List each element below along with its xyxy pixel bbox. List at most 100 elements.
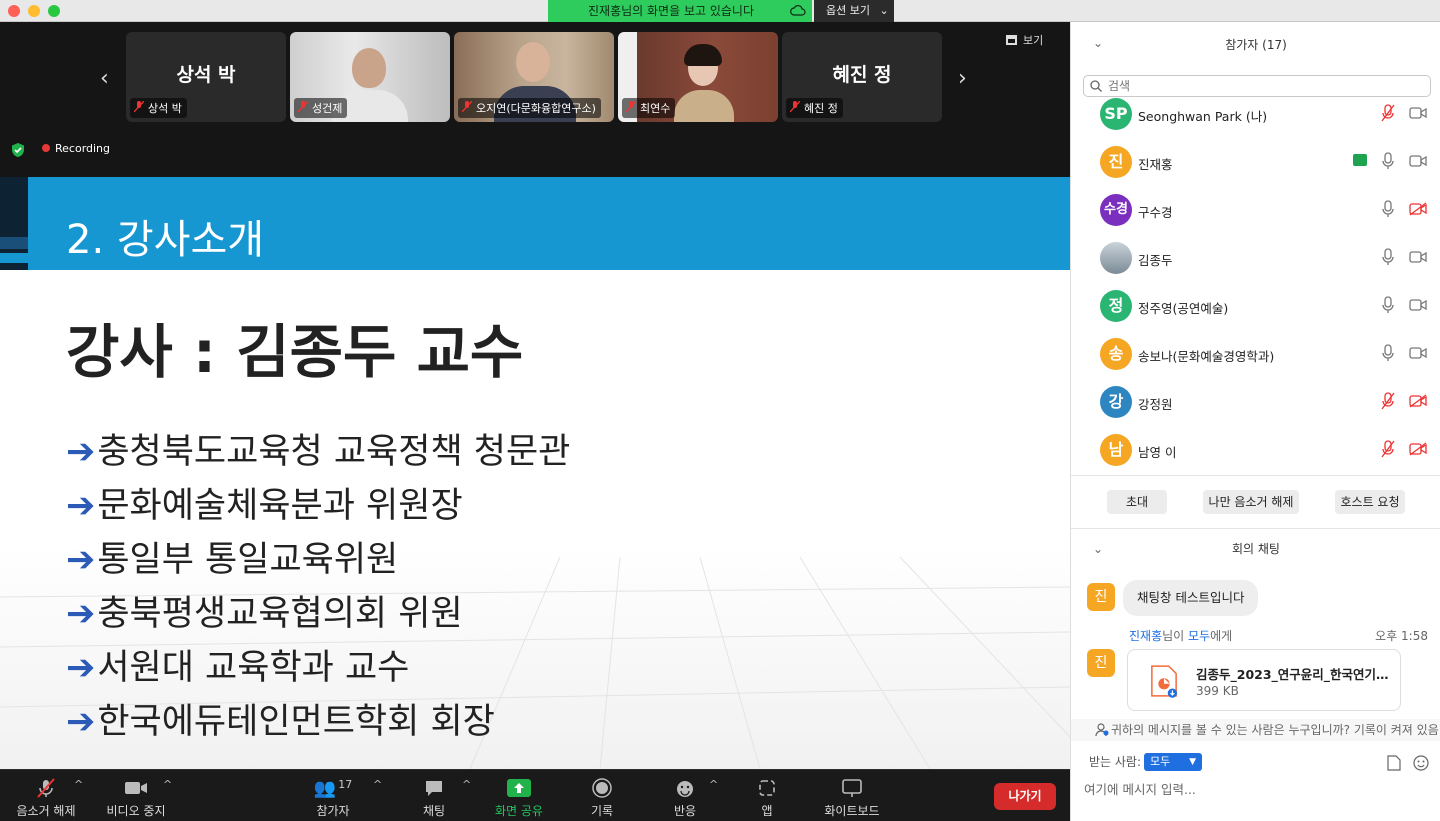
apps-icon bbox=[759, 780, 775, 796]
view-options-button[interactable]: 옵션 보기 ⌄ bbox=[814, 0, 894, 22]
chat-chevron-icon[interactable]: ^ bbox=[462, 778, 471, 791]
tile-name: 최연수 bbox=[640, 102, 671, 115]
video-camera-icon[interactable] bbox=[1409, 106, 1427, 120]
mic-icon[interactable] bbox=[1381, 344, 1395, 362]
chat-timestamp: 오후 1:58 bbox=[1375, 629, 1428, 643]
video-tile[interactable]: 성건제 bbox=[290, 32, 450, 122]
whiteboard-button[interactable]: 화이트보드 bbox=[812, 778, 892, 819]
reactions-chevron-icon[interactable]: ^ bbox=[709, 778, 718, 791]
muted-mic-icon bbox=[298, 101, 308, 112]
chat-target-link[interactable]: 모두 bbox=[1188, 629, 1210, 643]
tile-name-label: 혜진 정 bbox=[786, 98, 843, 118]
chat-label: 채팅 bbox=[422, 804, 446, 818]
muted-mic-icon[interactable] bbox=[1381, 440, 1395, 458]
video-options-chevron-icon[interactable]: ^ bbox=[163, 778, 172, 791]
file-size: 399 KB bbox=[1196, 684, 1239, 698]
participants-button[interactable]: 👥 17 참가자 bbox=[293, 778, 373, 819]
participants-label: 참가자 bbox=[316, 804, 350, 818]
video-tile[interactable]: 상석 박 상석 박 bbox=[126, 32, 286, 122]
section-divider bbox=[1071, 475, 1440, 476]
slide-bullet: ➔문화예술체육분과 위원장 bbox=[66, 477, 463, 528]
slide-bullet-text: 한국에듀테인먼트학회 회장 bbox=[97, 702, 495, 742]
participant-row[interactable]: 김종두 bbox=[1071, 234, 1440, 282]
video-tile[interactable]: 혜진 정 혜진 정 bbox=[782, 32, 942, 122]
arrow-bullet-icon: ➔ bbox=[66, 702, 96, 742]
reactions-label: 반응 bbox=[673, 804, 697, 818]
chevron-down-icon: ⌄ bbox=[879, 4, 889, 17]
video-tile[interactable]: 최연수 bbox=[618, 32, 778, 122]
slide-bullet-text: 서원대 교육학과 교수 bbox=[97, 648, 410, 688]
recording-label: Recording bbox=[55, 142, 111, 155]
participant-row[interactable]: 남 남영 이 bbox=[1071, 426, 1440, 474]
participant-video-hair bbox=[684, 44, 722, 66]
security-shield-icon[interactable] bbox=[10, 142, 26, 158]
view-toggle-button[interactable]: 보기 bbox=[1006, 32, 1043, 48]
participant-video-body bbox=[674, 90, 734, 122]
video-off-icon[interactable] bbox=[1409, 394, 1427, 408]
next-page-arrow-icon[interactable]: › bbox=[958, 66, 967, 91]
avatar: 진 bbox=[1087, 583, 1115, 611]
apps-button[interactable]: 앱 bbox=[727, 778, 807, 819]
video-tile[interactable]: 오지연(다문화융합연구소) bbox=[454, 32, 614, 122]
shared-screen-slide: 2. 강사소개 강사 : 김종두 교수 ➔충청북도교육청 교육정책 청문관 ➔문… bbox=[0, 177, 1070, 769]
whiteboard-label: 화이트보드 bbox=[824, 804, 880, 818]
tile-big-name: 상석 박 bbox=[176, 64, 236, 86]
muted-mic-icon[interactable] bbox=[1381, 392, 1395, 410]
participant-row[interactable]: 진 진재홍 bbox=[1071, 138, 1440, 186]
participants-title: 참가자 (17) bbox=[1225, 38, 1287, 52]
tile-name-label: 상석 박 bbox=[130, 98, 187, 118]
arrow-bullet-icon: ➔ bbox=[66, 648, 96, 688]
request-host-button[interactable]: 호스트 요청 bbox=[1335, 490, 1405, 514]
prev-page-arrow-icon[interactable]: ‹ bbox=[100, 66, 109, 91]
close-window-button[interactable] bbox=[8, 5, 20, 17]
video-off-icon[interactable] bbox=[1409, 442, 1427, 456]
file-icon[interactable] bbox=[1387, 755, 1401, 771]
participant-video bbox=[352, 48, 386, 88]
mic-icon[interactable] bbox=[1381, 248, 1395, 266]
participant-row[interactable]: 수경 구수경 bbox=[1071, 186, 1440, 234]
invite-button[interactable]: 초대 bbox=[1107, 490, 1167, 514]
emoji-icon[interactable] bbox=[1413, 755, 1429, 771]
share-screen-button[interactable]: 화면 공유 bbox=[479, 778, 559, 819]
participant-row[interactable]: 강 강정원 bbox=[1071, 378, 1440, 426]
leave-meeting-button[interactable]: 나가기 bbox=[994, 783, 1056, 810]
video-camera-icon[interactable] bbox=[1409, 298, 1427, 312]
chat-sender-link[interactable]: 진재홍 bbox=[1129, 629, 1162, 643]
avatar: 남 bbox=[1100, 434, 1132, 466]
record-icon bbox=[592, 778, 612, 798]
mic-icon[interactable] bbox=[1381, 296, 1395, 314]
recipient-select[interactable]: 모두 ▼ bbox=[1144, 753, 1202, 771]
video-camera-icon[interactable] bbox=[1409, 250, 1427, 264]
muted-mic-icon[interactable] bbox=[1381, 104, 1395, 122]
file-attachment[interactable]: 김종두_2023_연구윤리_한국연기… 399 KB bbox=[1127, 649, 1401, 711]
participant-video bbox=[516, 42, 550, 82]
participant-name: 구수경 bbox=[1138, 205, 1173, 220]
recording-indicator[interactable]: Recording bbox=[42, 142, 110, 155]
participant-row[interactable]: 정 정주영(공연예술) bbox=[1071, 282, 1440, 330]
apps-label: 앱 bbox=[761, 804, 773, 818]
meeting-toolbar: 음소거 해제 ^ 비디오 중지 ^ 👥 17 참가자 ^ 채팅 ^ 화면 공유 기… bbox=[0, 769, 1070, 821]
chat-message-input[interactable]: 여기에 메시지 입력... bbox=[1084, 779, 1196, 798]
zoom-window-button[interactable] bbox=[48, 5, 60, 17]
record-label: 기록 bbox=[590, 804, 614, 818]
muted-mic-icon bbox=[626, 101, 636, 112]
audio-options-chevron-icon[interactable]: ^ bbox=[74, 778, 83, 791]
video-camera-icon[interactable] bbox=[1409, 154, 1427, 168]
participant-row[interactable]: SP Seonghwan Park (나) bbox=[1071, 90, 1440, 138]
unmute-me-button[interactable]: 나만 음소거 해제 bbox=[1203, 490, 1299, 514]
video-off-icon[interactable] bbox=[1409, 202, 1427, 216]
participant-row[interactable]: 송 송보나(문화예술경영학과) bbox=[1071, 330, 1440, 378]
slide-bullet-text: 통일부 통일교육위원 bbox=[97, 540, 399, 580]
minimize-window-button[interactable] bbox=[28, 5, 40, 17]
stop-video-label: 비디오 중지 bbox=[106, 804, 166, 818]
mic-icon[interactable] bbox=[1381, 152, 1395, 170]
participant-name: 정주영(공연예술) bbox=[1138, 301, 1229, 316]
video-camera-icon bbox=[125, 782, 147, 794]
record-button[interactable]: 기록 bbox=[562, 778, 642, 819]
participants-chevron-icon[interactable]: ^ bbox=[373, 778, 382, 791]
section-divider bbox=[1071, 528, 1440, 529]
chat-visibility-notice[interactable]: 귀하의 메시지를 볼 수 있는 사람은 누구입니까? 기록이 켜져 있음 bbox=[1071, 719, 1440, 741]
video-camera-icon[interactable] bbox=[1409, 346, 1427, 360]
mic-icon[interactable] bbox=[1381, 200, 1395, 218]
participant-name: Seonghwan Park (나) bbox=[1138, 109, 1268, 124]
